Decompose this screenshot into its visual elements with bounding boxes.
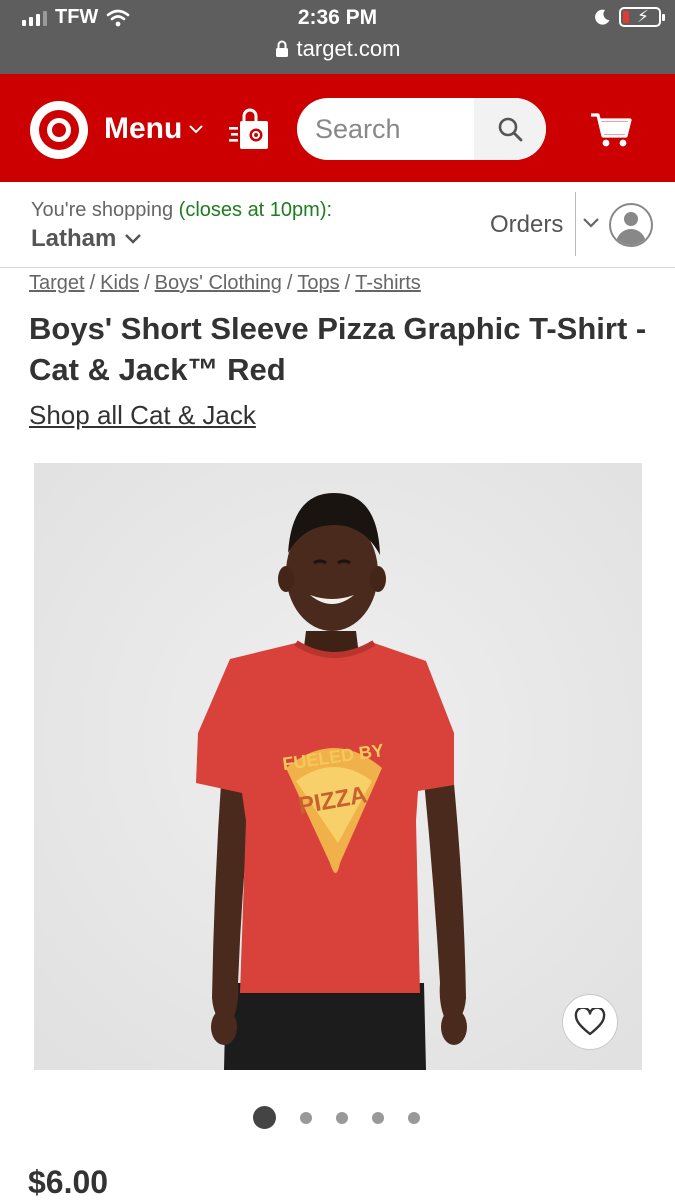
store-hours: (closes at 10pm):	[178, 199, 333, 221]
breadcrumb-boys-clothing[interactable]: Boys' Clothing	[155, 272, 282, 294]
breadcrumb-tops[interactable]: Tops	[297, 272, 339, 294]
shopping-bag-icon[interactable]	[228, 107, 274, 151]
product-price: $6.00	[28, 1164, 109, 1200]
carousel-dot[interactable]	[408, 1111, 420, 1124]
status-time: 2:36 PM	[297, 6, 378, 29]
carousel-indicator	[253, 1106, 420, 1129]
carousel-dot[interactable]	[253, 1106, 276, 1129]
menu-button[interactable]: Menu	[104, 112, 204, 146]
chevron-down-icon[interactable]	[582, 216, 600, 230]
status-bar: TFW 2:36 PM target.com ⚡	[0, 0, 675, 74]
chevron-down-icon	[125, 234, 142, 244]
product-image[interactable]: FUELED BY PIZZA	[34, 463, 642, 1070]
site-header: Menu	[0, 74, 675, 182]
product-photo-illustration: FUELED BY PIZZA	[34, 463, 642, 1070]
store-selector[interactable]: Latham	[31, 225, 142, 253]
search-bar[interactable]	[297, 98, 546, 160]
breadcrumb-t-shirts[interactable]: T-shirts	[355, 272, 421, 294]
moon-icon	[595, 9, 610, 25]
account-icon[interactable]	[609, 203, 653, 247]
lock-icon	[275, 40, 288, 57]
search-input[interactable]	[297, 98, 473, 160]
target-logo[interactable]	[30, 101, 88, 159]
address-bar[interactable]: target.com	[0, 36, 675, 62]
store-hours-text: You're shopping (closes at 10pm):	[31, 199, 332, 222]
divider	[575, 192, 576, 256]
breadcrumb-target[interactable]: Target	[29, 272, 85, 294]
orders-link[interactable]: Orders	[490, 211, 563, 239]
cart-icon[interactable]	[590, 109, 632, 149]
shop-all-brand-link[interactable]: Shop all Cat & Jack	[29, 400, 256, 431]
breadcrumb-kids[interactable]: Kids	[100, 272, 139, 294]
breadcrumb: Target / Kids / Boys' Clothing / Tops / T-shirts	[29, 272, 421, 294]
shopping-prefix: You're shopping	[31, 199, 174, 221]
carousel-dot[interactable]	[336, 1111, 348, 1124]
store-name: Latham	[31, 225, 117, 252]
chevron-down-icon	[189, 125, 204, 134]
status-right: ⚡	[593, 7, 665, 27]
carousel-dot[interactable]	[372, 1111, 384, 1124]
search-icon	[498, 117, 523, 142]
menu-label: Menu	[104, 112, 183, 145]
store-info-row: You're shopping (closes at 10pm): Latham…	[0, 182, 675, 268]
heart-icon	[574, 1008, 606, 1036]
carousel-dot[interactable]	[300, 1111, 312, 1124]
favorite-button[interactable]	[562, 994, 618, 1050]
battery-icon: ⚡	[619, 7, 665, 27]
url-text: target.com	[296, 36, 401, 61]
product-title: Boys' Short Sleeve Pizza Graphic T-Shirt…	[29, 311, 647, 387]
search-button[interactable]	[474, 98, 546, 160]
